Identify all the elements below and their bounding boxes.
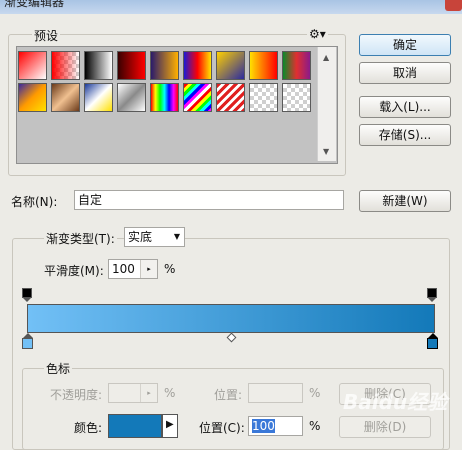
preset-swatch[interactable]	[249, 83, 278, 112]
preset-swatch[interactable]	[84, 51, 113, 80]
preset-swatch[interactable]	[150, 83, 179, 112]
name-field[interactable]: 自定	[74, 190, 344, 210]
opacity-arrow-icon[interactable]: ▸	[140, 384, 157, 402]
presets-label: 预设	[32, 27, 61, 44]
delete-button[interactable]: 删除(D)	[339, 416, 431, 438]
opacity-label: 不透明度:	[50, 388, 103, 402]
smoothness-arrow-icon[interactable]: ▸	[140, 260, 157, 278]
opacity-location-label: 位置:	[214, 388, 243, 402]
smoothness-field[interactable]: 100 ▸	[108, 259, 158, 279]
gear-icon[interactable]: ⚙▾	[307, 27, 328, 41]
close-button[interactable]	[445, 0, 462, 11]
preset-scrollbar[interactable]: ▲ ▼	[317, 47, 336, 161]
color-label: 颜色:	[74, 421, 103, 435]
preset-swatch[interactable]	[216, 83, 245, 112]
opacity-field[interactable]: ▸	[108, 383, 158, 403]
smoothness-percent: %	[164, 262, 176, 276]
new-button[interactable]: 新建(W)	[359, 190, 451, 212]
smoothness-value: 100	[112, 262, 135, 276]
opacity-stop-left[interactable]	[22, 288, 32, 302]
color-stop-left[interactable]	[22, 333, 33, 351]
preset-swatch[interactable]	[183, 83, 212, 112]
color-swatch[interactable]	[108, 414, 162, 438]
cancel-button[interactable]: 取消	[359, 62, 451, 84]
location-percent: %	[309, 419, 321, 433]
preset-swatch[interactable]	[249, 51, 278, 80]
color-stop-right[interactable]	[427, 333, 438, 351]
preset-swatch[interactable]	[117, 83, 146, 112]
gradient-bar[interactable]	[27, 304, 435, 333]
opacity-location-field[interactable]	[248, 383, 303, 403]
gradient-type-value: 实底	[128, 230, 153, 244]
preset-swatch[interactable]	[150, 51, 179, 80]
preset-swatch[interactable]	[216, 51, 245, 80]
chevron-down-icon: ▼	[173, 232, 180, 241]
scroll-up-icon[interactable]: ▲	[323, 53, 329, 62]
load-button[interactable]: 载入(L)...	[359, 96, 451, 118]
gradient-type-label: 渐变类型(T):	[44, 230, 117, 247]
preset-swatch[interactable]	[84, 83, 113, 112]
location-label: 位置(C):	[199, 421, 245, 435]
preset-swatch[interactable]	[282, 83, 311, 112]
preset-swatch[interactable]	[183, 51, 212, 80]
preset-swatch[interactable]	[282, 51, 311, 80]
opacity-delete-button[interactable]: 删除(C)	[339, 383, 431, 405]
preset-swatch[interactable]	[117, 51, 146, 80]
ok-button[interactable]: 确定	[359, 34, 451, 56]
opacity-location-percent: %	[309, 386, 321, 400]
color-menu-arrow[interactable]: ▶	[162, 414, 178, 438]
preset-swatch[interactable]	[51, 83, 80, 112]
opacity-stop-right[interactable]	[427, 288, 437, 302]
title-bar: 渐变编辑器	[0, 0, 462, 14]
location-value: 100	[252, 419, 275, 433]
opacity-percent: %	[164, 386, 176, 400]
triangle-right-icon: ▶	[166, 419, 174, 430]
name-label: 名称(N):	[11, 195, 58, 209]
smoothness-label: 平滑度(M):	[44, 264, 104, 278]
preset-swatch[interactable]	[51, 51, 80, 80]
preset-swatch[interactable]	[18, 51, 47, 80]
gradient-type-select[interactable]: 实底 ▼	[124, 227, 185, 247]
location-field[interactable]: 100	[248, 416, 303, 436]
preset-swatch[interactable]	[18, 83, 47, 112]
window-title: 渐变编辑器	[4, 0, 65, 9]
save-button[interactable]: 存储(S)...	[359, 124, 451, 146]
scroll-down-icon[interactable]: ▼	[323, 147, 329, 156]
stops-label: 色标	[44, 360, 73, 377]
